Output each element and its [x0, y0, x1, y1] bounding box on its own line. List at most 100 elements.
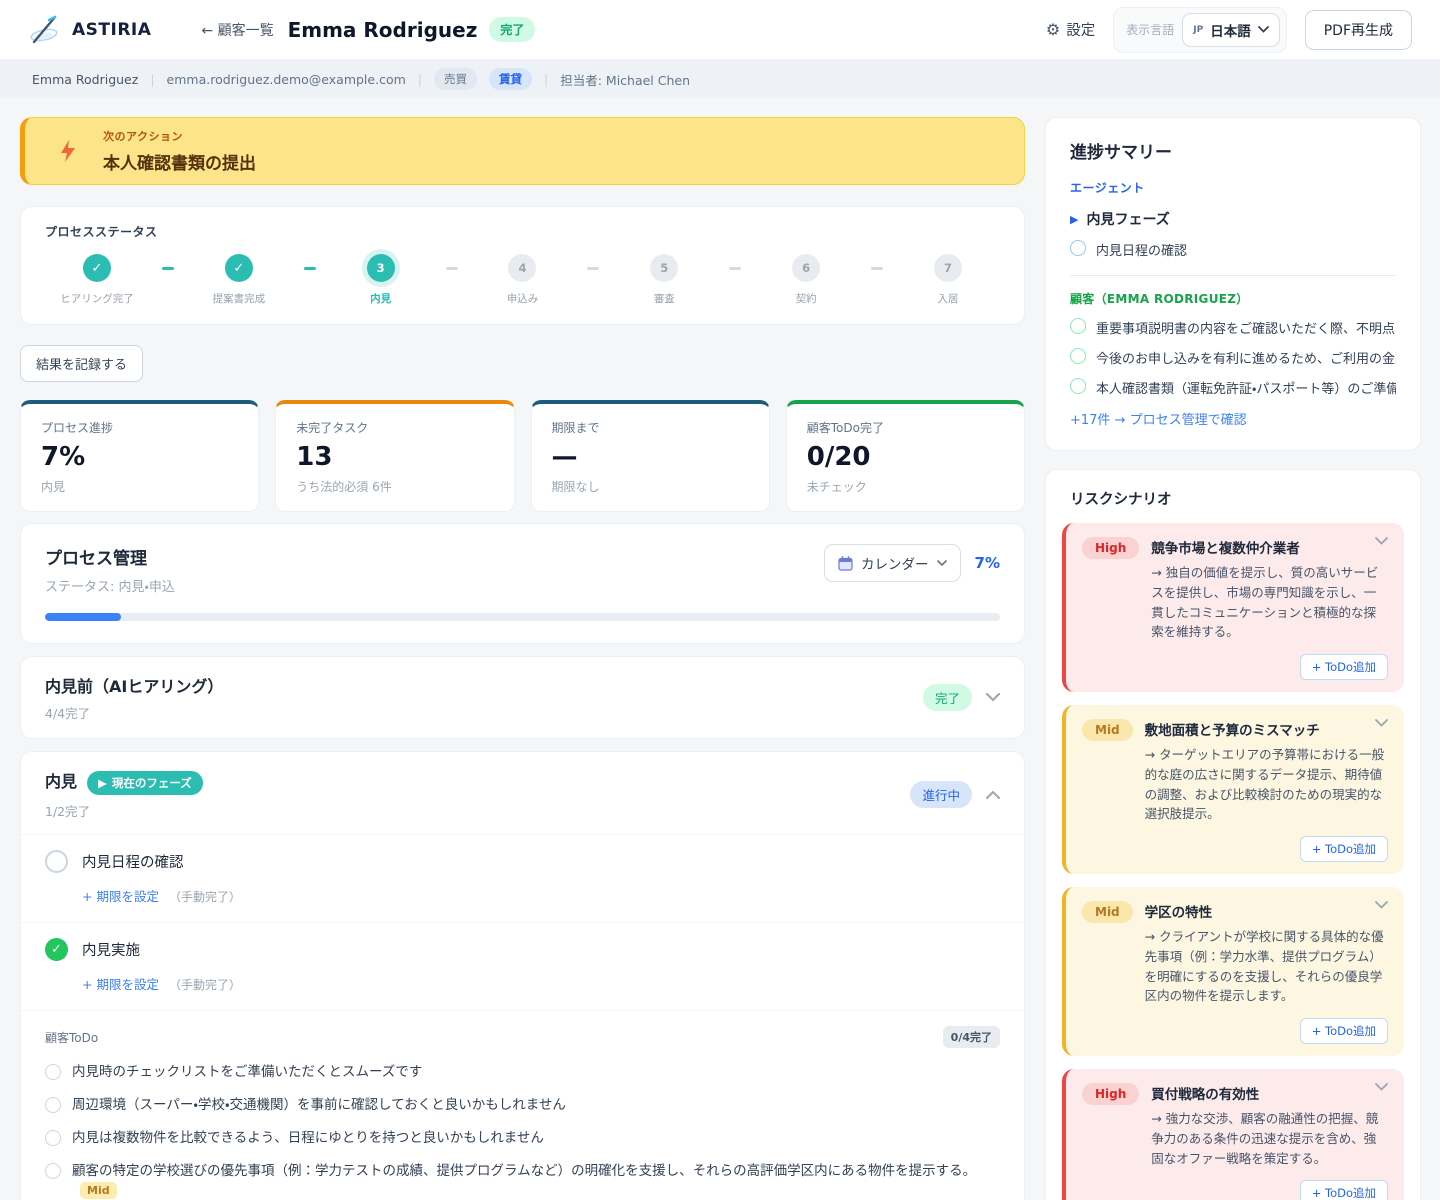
manual-complete-note: （手動完了）: [169, 978, 241, 992]
language-select[interactable]: JP 日本語: [1182, 13, 1279, 47]
play-icon: ▶: [98, 776, 107, 790]
stepper-connector: [716, 267, 754, 270]
current-phase-badge: ▶現在のフェーズ: [87, 771, 203, 795]
divider: |: [544, 72, 548, 87]
customer-todo-count: 0/4完了: [943, 1026, 1000, 1048]
risk-card-competitive-market: High 競争市場と複数仲介業者 → 独自の価値を提示し、質の高いサービスを提供…: [1062, 523, 1404, 692]
step-hearing[interactable]: ✓ ヒアリング完了: [45, 254, 149, 306]
stat-incomplete-tasks: 未完了タスク 13 うち法的必須 6件: [275, 400, 514, 512]
phase-title: 内見▶現在のフェーズ: [45, 768, 203, 795]
todo-checkbox[interactable]: [1070, 240, 1086, 256]
process-management-status: ステータス: 内見・申込: [45, 576, 175, 595]
process-status-title: プロセスステータス: [45, 223, 1000, 240]
set-deadline-link[interactable]: + 期限を設定: [82, 977, 159, 992]
todo-checkbox[interactable]: [1070, 348, 1086, 364]
stepper-connector: [291, 267, 329, 270]
todo-checkbox[interactable]: [45, 1097, 61, 1113]
check-icon: ✓: [83, 254, 111, 282]
task-checkbox[interactable]: [45, 850, 68, 873]
risk-level-badge: Mid: [1082, 901, 1133, 923]
chevron-down-icon[interactable]: [1375, 1083, 1388, 1091]
set-deadline-link[interactable]: + 期限を設定: [82, 889, 159, 904]
customer-todo-section: 顧客ToDo 0/4完了 内見時のチェックリストをご準備いただくとスムーズです …: [21, 1010, 1024, 1200]
phase-status-badge: 完了: [923, 684, 972, 711]
risk-card-offer-strategy: High 買付戦略の有効性 → 強力な交渉、顧客の融通性の把握、競争力のある条件…: [1062, 1069, 1404, 1200]
divider: |: [150, 72, 154, 87]
step-movein[interactable]: 7 入居: [896, 254, 1000, 306]
pdf-regenerate-button[interactable]: PDF再生成: [1305, 10, 1412, 50]
check-icon: ✓: [225, 254, 253, 282]
progress-bar-fill: [45, 613, 121, 621]
add-todo-button[interactable]: + ToDo追加: [1300, 1018, 1388, 1044]
next-action-label: 次のアクション: [103, 128, 256, 144]
divider: |: [418, 72, 422, 87]
todo-checkbox[interactable]: [45, 1163, 61, 1179]
chevron-down-icon: [937, 560, 947, 566]
stepper-connector: [149, 267, 187, 270]
stat-deadline: 期限まで — 期限なし: [531, 400, 770, 512]
process-management-card: プロセス管理 ステータス: 内見・申込 カレンダー 7%: [20, 523, 1025, 644]
add-todo-button[interactable]: + ToDo追加: [1300, 1180, 1388, 1200]
phase-title: 内見前（AIヒアリング）: [45, 673, 223, 697]
language-value: 日本語: [1210, 20, 1251, 40]
chevron-down-icon[interactable]: [1375, 719, 1388, 727]
stat-process-progress: プロセス進捗 7% 内見: [20, 400, 259, 512]
step-contract[interactable]: 6 契約: [754, 254, 858, 306]
stepper-connector: [574, 267, 612, 270]
todo-checkbox[interactable]: [1070, 318, 1086, 334]
lightning-icon: [59, 139, 77, 163]
step-screening[interactable]: 5 審査: [612, 254, 716, 306]
task-checkbox-checked[interactable]: ✓: [45, 938, 68, 961]
language-group: 表示言語 JP 日本語: [1113, 7, 1286, 53]
task-row: ✓ 内見実施 + 期限を設定 （手動完了）: [21, 922, 1024, 1010]
todo-item: 顧客の特定の学校選びの優先事項（例：学力テストの成績、提供プログラムなど）の明確…: [45, 1155, 1000, 1200]
process-status-card: プロセスステータス ✓ ヒアリング完了 ✓ 提案書完成 3 内見 4 申込み: [20, 206, 1025, 325]
chevron-down-icon[interactable]: [1375, 537, 1388, 545]
summary-customer-item: 今後のお申し込みを有利に進めるため、ご利用の金融機関から…: [1070, 348, 1396, 367]
process-management-title: プロセス管理: [45, 544, 175, 569]
risk-scenarios-title: リスクシナリオ: [1070, 488, 1396, 509]
record-result-button[interactable]: 結果を記録する: [20, 345, 143, 382]
subheader-agent: 担当者: Michael Chen: [560, 70, 690, 89]
risk-card-budget-mismatch: Mid 敷地面積と予算のミスマッチ → ターゲットエリアの予算帯における一般的な…: [1062, 705, 1404, 874]
brand: ASTIRIA: [28, 13, 151, 47]
next-action-banner: 次のアクション 本人確認書類の提出: [20, 117, 1025, 185]
risk-card-school-district: Mid 学区の特性 → クライアントが学校に関する具体的な優先事項（例：学力水準…: [1062, 887, 1404, 1056]
calendar-icon: [838, 556, 853, 571]
stepper: ✓ ヒアリング完了 ✓ 提案書完成 3 内見 4 申込み 5 審査: [45, 254, 1000, 306]
risk-level-badge: High: [1082, 1083, 1139, 1105]
todo-checkbox[interactable]: [45, 1064, 61, 1080]
add-todo-button[interactable]: + ToDo追加: [1300, 836, 1388, 862]
page-title: Emma Rodriguez: [288, 18, 478, 42]
todo-checkbox[interactable]: [45, 1130, 61, 1146]
rent-badge[interactable]: 賃貸: [489, 68, 532, 90]
brand-name: ASTIRIA: [72, 20, 151, 40]
phase-count: 1/2完了: [45, 801, 203, 820]
step-application[interactable]: 4 申込み: [470, 254, 574, 306]
customer-todo-label: 顧客ToDo: [45, 1029, 98, 1046]
step-proposal[interactable]: ✓ 提案書完成: [187, 254, 291, 306]
chevron-down-icon[interactable]: [986, 693, 1000, 702]
progress-summary-title: 進捗サマリー: [1070, 138, 1396, 163]
chevron-up-icon[interactable]: [986, 790, 1000, 799]
todo-item: 周辺環境（スーパー・学校・交通機関）を事前に確認しておくと良いかもしれません: [45, 1089, 1000, 1122]
calendar-view-select[interactable]: カレンダー: [824, 544, 961, 582]
step-viewing[interactable]: 3 内見: [329, 254, 433, 306]
settings-button[interactable]: ⚙ 設定: [1046, 19, 1095, 40]
manual-complete-note: （手動完了）: [169, 890, 241, 904]
customer-section-label: 顧客（EMMA RODRIGUEZ）: [1070, 290, 1396, 307]
priority-mid-badge: Mid: [80, 1182, 117, 1199]
chevron-down-icon: [1258, 26, 1269, 33]
more-items-link[interactable]: +17件 → プロセス管理で確認: [1070, 409, 1396, 428]
top-header: ASTIRIA ← 顧客一覧 Emma Rodriguez 完了 ⚙ 設定 表示…: [0, 0, 1440, 60]
progress-bar: [45, 613, 1000, 621]
progress-percent: 7%: [975, 554, 1000, 572]
summary-customer-item: 本人確認書類（運転免許証・パスポート等）のご準備: [1070, 378, 1396, 397]
add-todo-button[interactable]: + ToDo追加: [1300, 654, 1388, 680]
chevron-down-icon[interactable]: [1375, 901, 1388, 909]
sale-badge[interactable]: 売買: [434, 68, 477, 90]
todo-item: 内見時のチェックリストをご準備いただくとスムーズです: [45, 1056, 1000, 1089]
back-to-customers-link[interactable]: ← 顧客一覧: [201, 20, 273, 40]
language-code: JP: [1193, 25, 1203, 35]
todo-checkbox[interactable]: [1070, 378, 1086, 394]
